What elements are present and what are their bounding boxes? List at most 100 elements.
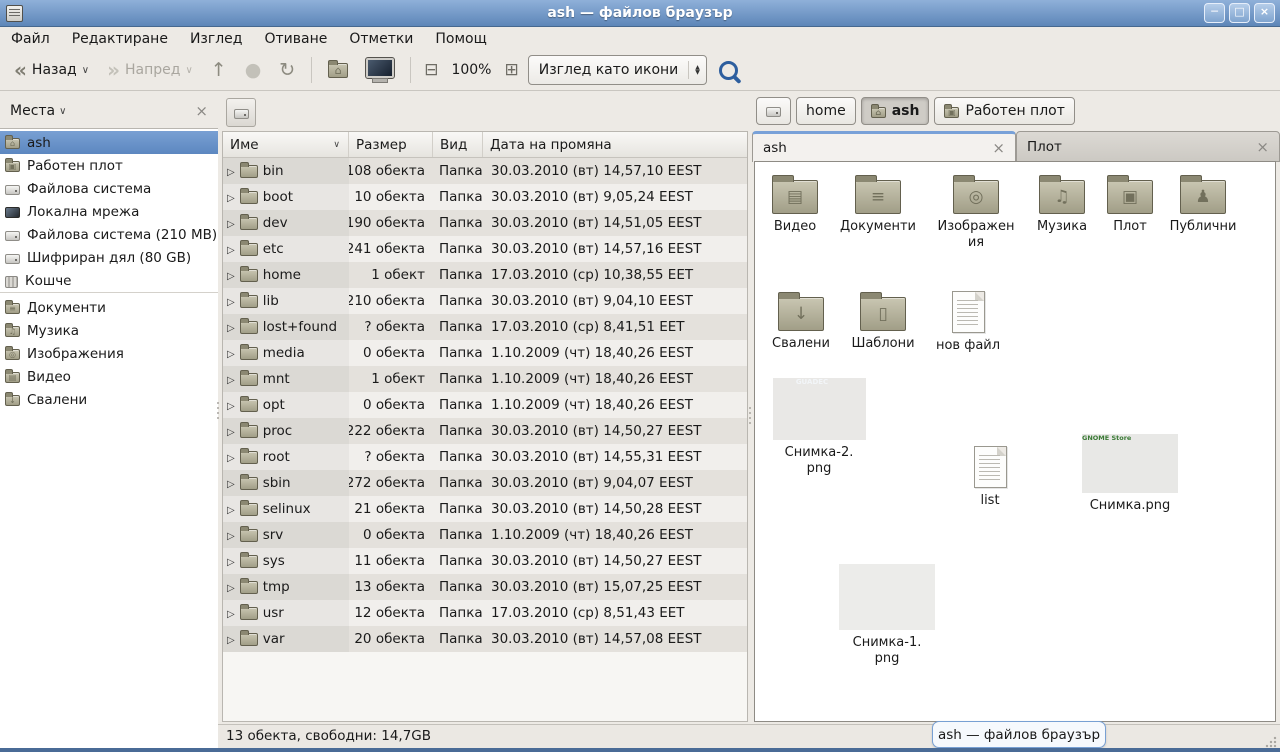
tab-close-icon[interactable]: × bbox=[992, 139, 1005, 157]
sidebar-item[interactable]: Свалени bbox=[0, 388, 218, 411]
sidebar-close-icon[interactable]: × bbox=[195, 102, 208, 120]
sidebar-item[interactable]: ash bbox=[0, 131, 218, 154]
view-mode-select[interactable]: Изглед като икони ▲▼ bbox=[528, 55, 707, 85]
expander-icon[interactable] bbox=[227, 605, 235, 621]
expander-icon[interactable] bbox=[227, 189, 235, 205]
icon-view-item[interactable]: Изображен ия bbox=[936, 172, 1016, 251]
expander-icon[interactable] bbox=[227, 319, 235, 335]
menu-item[interactable]: Редактиране bbox=[61, 29, 179, 49]
back-dropdown-icon[interactable]: ∨ bbox=[82, 65, 89, 76]
tree-row[interactable]: lib 210 обекта Папка 30.03.2010 (вт) 9,0… bbox=[223, 288, 747, 314]
icon-view-item[interactable]: Снимка-2. png bbox=[769, 378, 869, 477]
icon-view-item[interactable]: Публични bbox=[1163, 172, 1243, 235]
menu-item[interactable]: Отиване bbox=[253, 29, 338, 49]
icon-view-item[interactable]: Снимка.png bbox=[1078, 434, 1182, 514]
sidebar-item[interactable]: Файлова система bbox=[0, 177, 218, 200]
maximize-button[interactable]: □ bbox=[1229, 3, 1250, 23]
tree-row[interactable]: proc 222 обекта Папка 30.03.2010 (вт) 14… bbox=[223, 418, 747, 444]
icon-view-item[interactable]: Свалени bbox=[761, 289, 841, 352]
menu-item[interactable]: Помощ bbox=[424, 29, 497, 49]
zoom-in-button[interactable]: ⊞ bbox=[501, 60, 521, 80]
minimize-button[interactable]: ─ bbox=[1204, 3, 1225, 23]
column-header-size[interactable]: Размер bbox=[349, 132, 433, 157]
tree-row[interactable]: home 1 обект Папка 17.03.2010 (ср) 10,38… bbox=[223, 262, 747, 288]
pane-splitter[interactable] bbox=[216, 390, 220, 430]
reload-button[interactable]: ↻ bbox=[273, 57, 301, 83]
tree-row[interactable]: opt 0 обекта Папка 1.10.2009 (чт) 18,40,… bbox=[223, 392, 747, 418]
tree-row[interactable]: tmp 13 обекта Папка 30.03.2010 (вт) 15,0… bbox=[223, 574, 747, 600]
sidebar-item[interactable]: Документи bbox=[0, 296, 218, 319]
column-header-date[interactable]: Дата на промяна bbox=[483, 132, 747, 157]
expander-icon[interactable] bbox=[227, 397, 235, 413]
tree-row[interactable]: usr 12 обекта Папка 17.03.2010 (ср) 8,51… bbox=[223, 600, 747, 626]
breadcrumb-button[interactable] bbox=[756, 97, 791, 125]
sidebar-dropdown-icon[interactable]: ∨ bbox=[59, 106, 66, 117]
forward-button[interactable]: » Напред ∨ bbox=[101, 58, 199, 82]
icon-view-item[interactable]: Видео bbox=[755, 172, 835, 235]
sidebar-item[interactable]: Музика bbox=[0, 319, 218, 342]
resize-grip[interactable] bbox=[1265, 736, 1277, 748]
tree-row[interactable]: lost+found ? обекта Папка 17.03.2010 (ср… bbox=[223, 314, 747, 340]
tree-row[interactable]: sbin 272 обекта Папка 30.03.2010 (вт) 9,… bbox=[223, 470, 747, 496]
expander-icon[interactable] bbox=[227, 293, 235, 309]
sidebar-item[interactable]: Локална мрежа bbox=[0, 200, 218, 223]
icon-view-item[interactable]: Документи bbox=[838, 172, 918, 235]
sidebar-item[interactable]: Кошче bbox=[0, 269, 218, 293]
tree-row[interactable]: bin 108 обекта Папка 30.03.2010 (вт) 14,… bbox=[223, 158, 747, 184]
menu-item[interactable]: Изглед bbox=[179, 29, 254, 49]
expander-icon[interactable] bbox=[227, 475, 235, 491]
expander-icon[interactable] bbox=[227, 501, 235, 517]
tree-row[interactable]: dev 190 обекта Папка 30.03.2010 (вт) 14,… bbox=[223, 210, 747, 236]
expander-icon[interactable] bbox=[227, 241, 235, 257]
expander-icon[interactable] bbox=[227, 423, 235, 439]
expander-icon[interactable] bbox=[227, 163, 235, 179]
column-header-type[interactable]: Вид bbox=[433, 132, 483, 157]
zoom-out-button[interactable]: ⊟ bbox=[421, 60, 441, 80]
icon-view-item[interactable]: Шаблони bbox=[843, 289, 923, 352]
tree-root-button[interactable] bbox=[226, 98, 256, 127]
up-button[interactable]: ↑ bbox=[205, 57, 233, 83]
tree-row[interactable]: sys 11 обекта Папка 30.03.2010 (вт) 14,5… bbox=[223, 548, 747, 574]
tab[interactable]: ash × bbox=[752, 131, 1016, 162]
icon-view-item[interactable]: Снимка-1. png bbox=[835, 564, 939, 667]
icon-view-item[interactable]: нов файл bbox=[928, 289, 1008, 354]
tab[interactable]: Плот × bbox=[1016, 131, 1280, 162]
tree-row[interactable]: srv 0 обекта Папка 1.10.2009 (чт) 18,40,… bbox=[223, 522, 747, 548]
expander-icon[interactable] bbox=[227, 527, 235, 543]
icon-view-item[interactable]: Плот bbox=[1090, 172, 1170, 235]
sidebar-item[interactable]: Изображения bbox=[0, 342, 218, 365]
breadcrumb-button[interactable]: ash bbox=[861, 97, 930, 125]
menu-item[interactable]: Отметки bbox=[338, 29, 424, 49]
expander-icon[interactable] bbox=[227, 345, 235, 361]
column-header-name[interactable]: Име ∨ bbox=[223, 132, 349, 157]
sidebar-item[interactable]: Работен плот bbox=[0, 154, 218, 177]
tree-row[interactable]: root ? обекта Папка 30.03.2010 (вт) 14,5… bbox=[223, 444, 747, 470]
icon-view-item[interactable]: list bbox=[950, 444, 1030, 509]
tree-row[interactable]: selinux 21 обекта Папка 30.03.2010 (вт) … bbox=[223, 496, 747, 522]
tree-row[interactable]: mnt 1 обект Папка 1.10.2009 (чт) 18,40,2… bbox=[223, 366, 747, 392]
expander-icon[interactable] bbox=[227, 215, 235, 231]
breadcrumb-button[interactable]: Работен плот bbox=[934, 97, 1074, 125]
expander-icon[interactable] bbox=[227, 579, 235, 595]
expander-icon[interactable] bbox=[227, 371, 235, 387]
expander-icon[interactable] bbox=[227, 449, 235, 465]
sidebar-item[interactable]: Видео bbox=[0, 365, 218, 388]
pane-splitter[interactable] bbox=[748, 395, 752, 435]
tree-row[interactable]: boot 10 обекта Папка 30.03.2010 (вт) 9,0… bbox=[223, 184, 747, 210]
tree-row[interactable]: etc 241 обекта Папка 30.03.2010 (вт) 14,… bbox=[223, 236, 747, 262]
sidebar-item[interactable]: Файлова система (210 MB) bbox=[0, 223, 218, 246]
computer-button[interactable] bbox=[360, 58, 400, 82]
expander-icon[interactable] bbox=[227, 267, 235, 283]
close-button[interactable]: × bbox=[1254, 3, 1275, 23]
sidebar-title[interactable]: Места bbox=[10, 103, 55, 119]
expander-icon[interactable] bbox=[227, 631, 235, 647]
combo-spin-icon[interactable]: ▲▼ bbox=[688, 61, 700, 79]
tab-close-icon[interactable]: × bbox=[1256, 138, 1269, 156]
sidebar-item[interactable]: Шифриран дял (80 GB) bbox=[0, 246, 218, 269]
menu-item[interactable]: Файл bbox=[0, 29, 61, 49]
tree-row[interactable]: var 20 обекта Папка 30.03.2010 (вт) 14,5… bbox=[223, 626, 747, 652]
stop-button[interactable]: ● bbox=[239, 57, 268, 83]
breadcrumb-button[interactable]: home bbox=[796, 97, 856, 125]
back-button[interactable]: « Назад ∨ bbox=[8, 58, 95, 82]
tree-row[interactable]: media 0 обекта Папка 1.10.2009 (чт) 18,4… bbox=[223, 340, 747, 366]
